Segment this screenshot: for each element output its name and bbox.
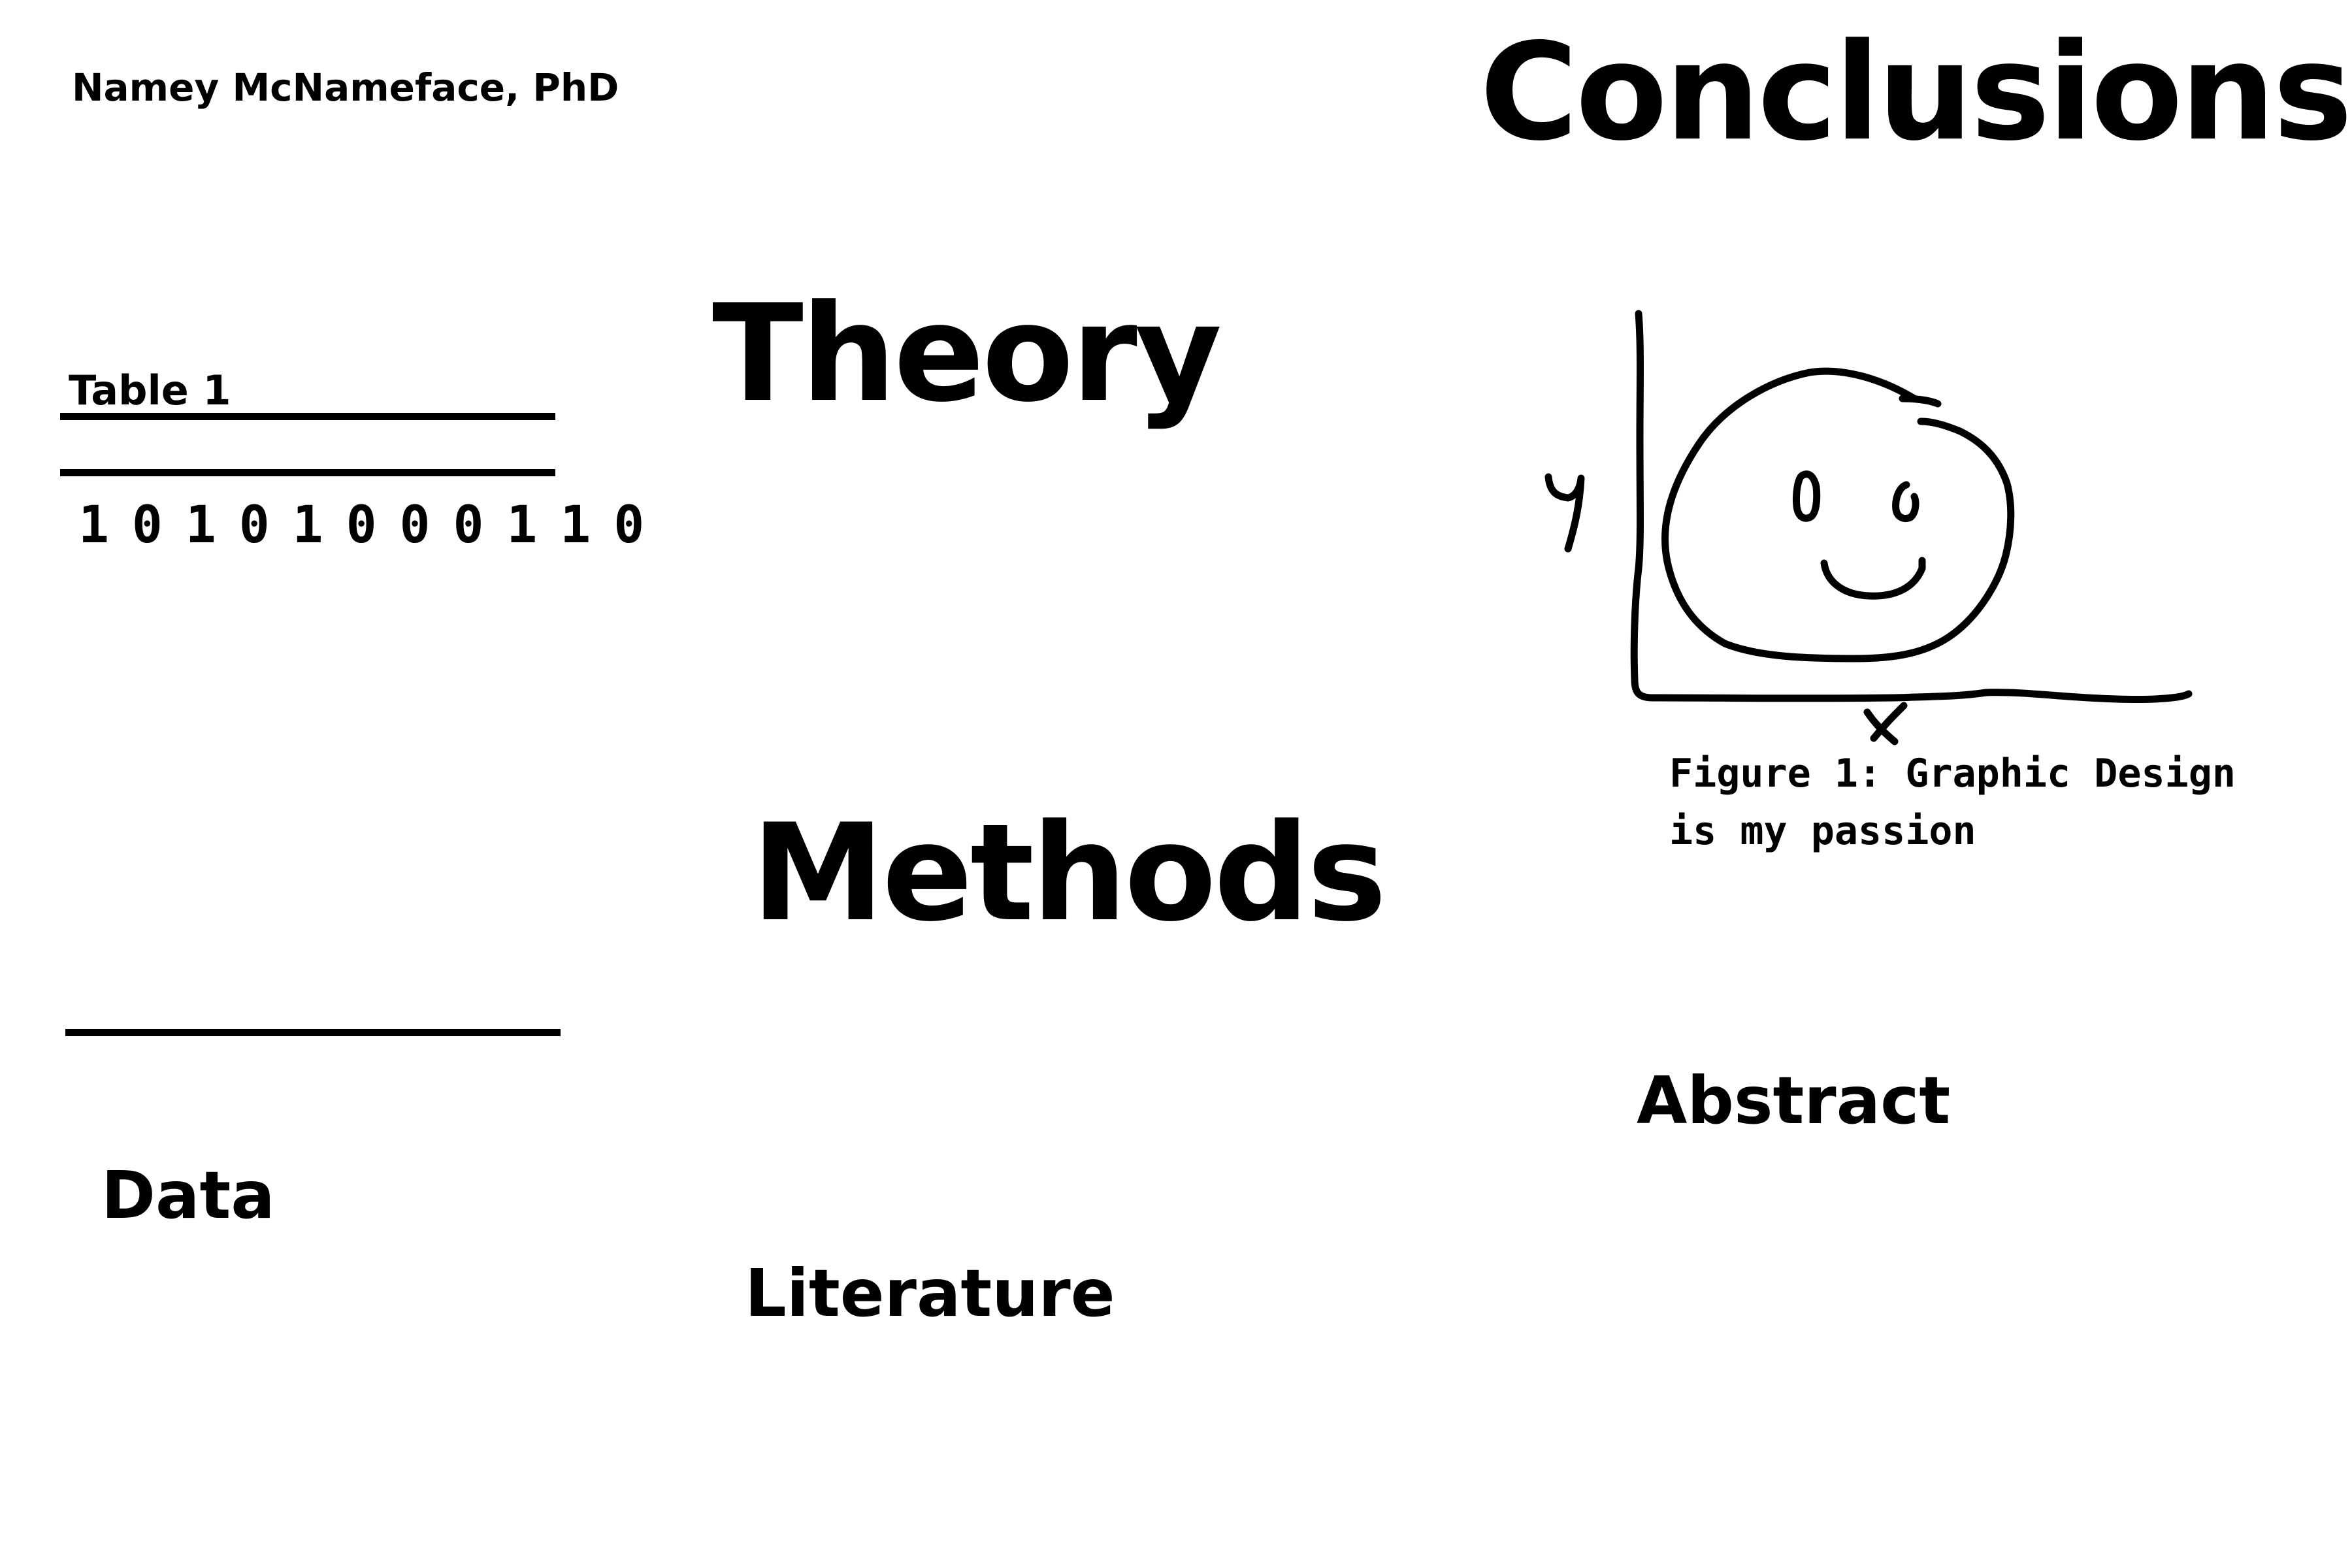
figure-caption-line-1: Figure 1: Graphic Design <box>1669 751 2236 796</box>
literature-heading: Literature <box>745 1255 1115 1331</box>
figure-caption: Figure 1: Graphic Design is my passion <box>1669 745 2236 860</box>
x-axis-letter <box>1863 702 1908 745</box>
table-digits: 1 0 1 0 1 0 0 0 1 1 0 <box>78 496 644 555</box>
smiley-right-eye <box>1892 481 1919 522</box>
smiley-hair-curl <box>1899 395 1942 408</box>
abstract-heading: Abstract <box>1637 1062 1951 1139</box>
theory-heading: Theory <box>712 276 1222 432</box>
methods-heading: Methods <box>751 796 1387 951</box>
table-bottom-rule <box>65 1029 561 1036</box>
table-header-rule <box>60 469 555 476</box>
table-top-rule <box>60 413 555 420</box>
y-axis-line <box>1630 310 1657 702</box>
smiley-face-outline <box>1661 367 2015 662</box>
table-label: Table 1 <box>69 367 231 414</box>
smiley-mouth <box>1820 557 1926 600</box>
author-name: Namey McNameface, PhD <box>72 65 619 110</box>
data-heading: Data <box>101 1157 275 1233</box>
x-axis-line <box>1649 689 2193 704</box>
figure-caption-line-2: is my passion <box>1669 808 1976 854</box>
poster-canvas: Namey McNameface, PhD Conclusions Theory… <box>0 0 2352 1568</box>
y-axis-letter <box>1544 473 1585 553</box>
smiley-left-eye <box>1793 470 1821 522</box>
figure-1-sketch <box>1544 310 2193 745</box>
conclusions-heading: Conclusions <box>1480 15 2352 171</box>
